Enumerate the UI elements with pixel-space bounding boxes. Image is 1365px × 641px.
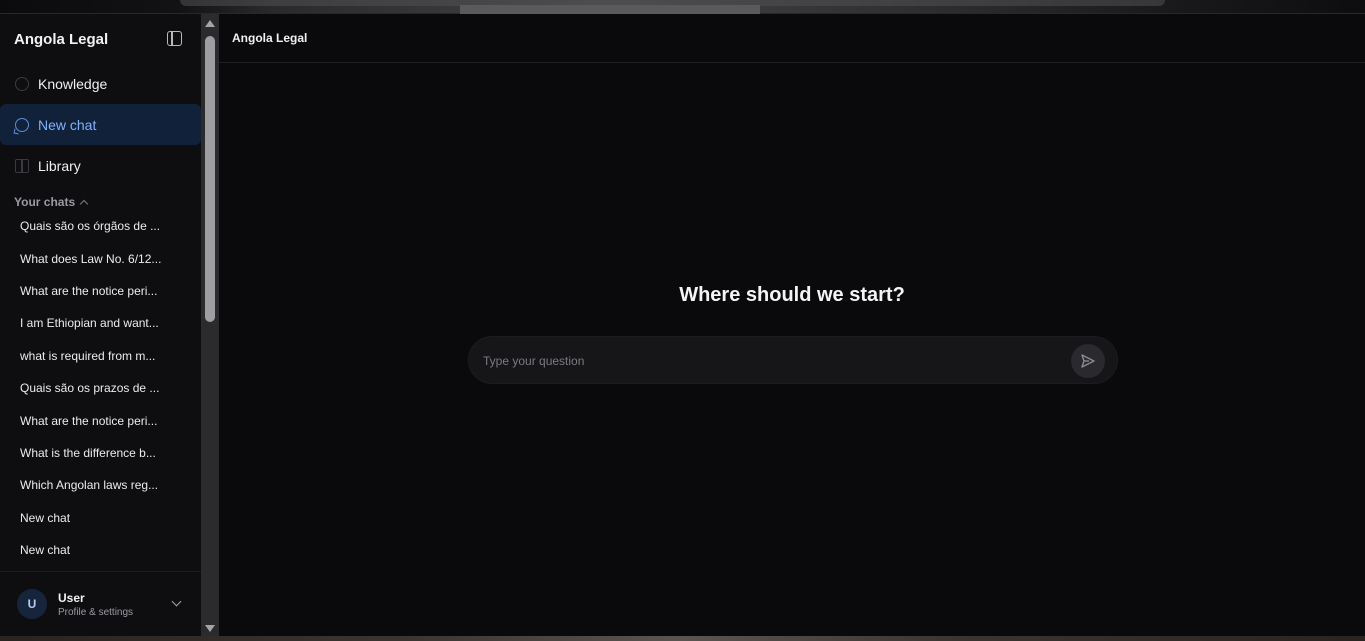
scroll-up-arrow-icon[interactable] [205,20,215,27]
sidebar: Angola Legal Knowledge New chat Library … [0,14,201,636]
chevron-up-icon [79,199,89,208]
chevron-down-icon [171,596,182,607]
chat-history-item[interactable]: Which Angolan laws reg... [0,469,201,501]
send-icon [1081,354,1095,368]
chat-history-item[interactable]: New chat [0,534,201,566]
main-header: Angola Legal [219,14,1365,63]
chat-history-item[interactable]: Quais são os prazos de ... [0,372,201,404]
chat-history-item[interactable]: Quais são os órgãos de ... [0,210,201,242]
chat-bubble-icon [15,117,29,132]
question-box [468,336,1118,384]
browser-top-strip [0,0,1365,14]
user-subtitle: Profile & settings [58,606,134,618]
nav-item-label: Knowledge [38,75,108,92]
hero-heading: Where should we start? [679,284,905,306]
nav-item-knowledge[interactable]: Knowledge [0,63,201,104]
user-profile-menu[interactable]: U User Profile & settings [0,571,201,636]
chat-history-item[interactable]: what is required from m... [0,340,201,372]
taskbar-strip [0,636,1365,641]
book-icon [15,158,29,173]
send-button[interactable] [1071,344,1105,378]
nav-item-library[interactable]: Library [0,145,201,186]
user-info: User Profile & settings [58,591,133,618]
chat-history-item[interactable]: What are the notice peri... [0,275,201,307]
chat-history-item[interactable]: What is the difference b... [0,437,201,469]
section-label: Your chats [14,195,76,209]
user-name: User [58,590,85,605]
search-icon [15,76,29,91]
main-panel: Angola Legal Where should we start? [219,14,1365,636]
brand-title: Angola Legal [14,31,109,48]
sidebar-scrollbar[interactable] [201,14,219,636]
your-chats-toggle[interactable]: Your chats [14,195,89,209]
avatar: U [17,589,47,619]
nav-item-new-chat[interactable]: New chat [0,104,201,145]
nav-item-label: New chat [38,116,97,133]
chat-history-item[interactable]: I am Ethiopian and want... [0,307,201,339]
chat-history-item[interactable]: What does Law No. 6/12... [0,242,201,274]
browser-tab-highlight [460,5,760,14]
nav-item-label: Library [38,157,81,174]
chat-list: Quais são os órgãos de ... What does Law… [0,210,201,566]
scroll-thumb[interactable] [205,36,215,322]
page-title: Angola Legal [232,31,308,45]
chat-history-item[interactable]: New chat [0,502,201,534]
question-input[interactable] [483,351,1063,371]
sidebar-toggle-icon[interactable] [167,31,182,46]
scroll-down-arrow-icon[interactable] [205,625,215,632]
chat-history-item[interactable]: What are the notice peri... [0,404,201,436]
